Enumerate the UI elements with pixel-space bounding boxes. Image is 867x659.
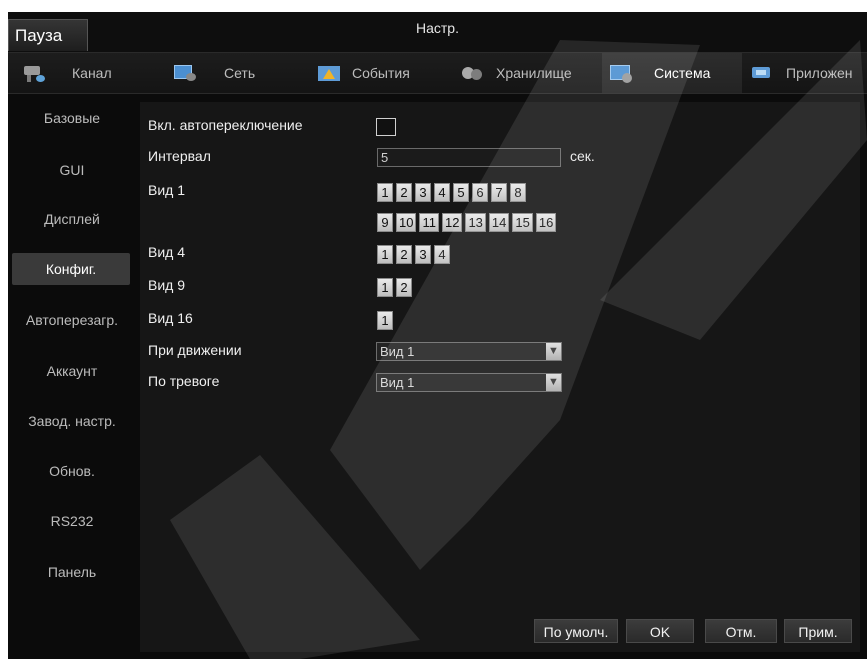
view16-label: Вид 16: [148, 310, 193, 326]
motion-select-value: Вид 1: [380, 344, 415, 359]
view1-button[interactable]: 11: [419, 213, 439, 232]
view1-button[interactable]: 10: [396, 213, 417, 232]
settings-window: Пауза Настр. Канал Сеть События Хранилищ…: [8, 12, 867, 659]
view4-button[interactable]: 3: [415, 245, 431, 264]
view1-button[interactable]: 15: [512, 213, 533, 232]
tab-label: Сеть: [224, 65, 256, 81]
chevron-down-icon[interactable]: ▼: [546, 343, 561, 360]
sidebar-item-config[interactable]: Конфиг.: [12, 253, 130, 285]
motion-label: При движении: [148, 342, 242, 358]
view16-row: 1: [377, 311, 393, 330]
view4-button[interactable]: 2: [396, 245, 412, 264]
view1-button[interactable]: 16: [535, 213, 557, 232]
view1-button[interactable]: 9: [377, 213, 393, 232]
apps-icon: [750, 63, 774, 83]
storage-icon: [460, 63, 484, 83]
apply-button[interactable]: Прим.: [784, 619, 852, 643]
view1-button[interactable]: 1: [377, 183, 393, 202]
auto-switch-label: Вкл. автопереключение: [148, 117, 303, 133]
screen: Пауза Настр. Канал Сеть События Хранилищ…: [0, 0, 867, 659]
view1-button[interactable]: 13: [465, 213, 486, 232]
view1-button[interactable]: 12: [441, 213, 463, 232]
alarm-select-value: Вид 1: [380, 375, 415, 390]
view9-button[interactable]: 2: [396, 278, 412, 297]
alarm-label: По тревоге: [148, 373, 220, 389]
title-bar: Пауза Настр.: [8, 12, 867, 52]
view1-button[interactable]: 2: [396, 183, 412, 202]
view4-label: Вид 4: [148, 244, 186, 260]
chevron-down-icon[interactable]: ▼: [546, 374, 561, 391]
view1-button[interactable]: 3: [415, 183, 431, 202]
alarm-select[interactable]: Вид 1 ▼: [376, 373, 562, 392]
tab-apps[interactable]: Приложен: [750, 53, 867, 93]
tab-network[interactable]: Сеть: [174, 53, 299, 93]
view9-label: Вид 9: [148, 277, 186, 293]
sidebar-item-display[interactable]: Дисплей: [8, 203, 136, 235]
network-icon: [174, 63, 198, 83]
sidebar-item-auto-reboot[interactable]: Автоперезагр.: [8, 304, 136, 336]
sidebar-item-rs232[interactable]: RS232: [8, 505, 136, 537]
main-tabs: Канал Сеть События Хранилище Система При…: [8, 52, 867, 94]
sidebar-item-gui[interactable]: GUI: [8, 154, 136, 186]
sidebar-item-panel[interactable]: Панель: [8, 556, 136, 588]
tab-label: Система: [654, 65, 711, 81]
auto-switch-checkbox[interactable]: [376, 118, 396, 136]
view1-button[interactable]: 5: [453, 183, 469, 202]
view4-button[interactable]: 4: [434, 245, 450, 264]
view1-button[interactable]: 8: [510, 183, 526, 202]
tab-system[interactable]: Система: [602, 53, 742, 93]
view1-button[interactable]: 14: [488, 213, 510, 232]
view1-button[interactable]: 4: [434, 183, 450, 202]
motion-select[interactable]: Вид 1 ▼: [376, 342, 562, 361]
sidebar-item-update[interactable]: Обнов.: [8, 455, 136, 487]
sidebar: Базовые GUI Дисплей Конфиг. Автоперезагр…: [8, 94, 136, 659]
view1-button[interactable]: 7: [491, 183, 507, 202]
tab-channel[interactable]: Канал: [22, 53, 147, 93]
interval-unit: сек.: [570, 148, 595, 164]
tab-storage[interactable]: Хранилище: [460, 53, 590, 93]
view4-button[interactable]: 1: [377, 245, 393, 264]
sidebar-item-account[interactable]: Аккаунт: [8, 355, 136, 387]
alarm-icon: [318, 63, 342, 83]
view1-button[interactable]: 6: [472, 183, 488, 202]
view1-row1: 1 2 3 4 5 6 7 8: [377, 183, 526, 202]
tab-label: Приложен: [786, 65, 853, 81]
view1-label: Вид 1: [148, 182, 186, 198]
tab-events[interactable]: События: [318, 53, 453, 93]
tab-label: Канал: [72, 65, 112, 81]
cancel-button[interactable]: Отм.: [705, 619, 777, 643]
default-button[interactable]: По умолч.: [534, 619, 618, 643]
tab-label: Хранилище: [496, 65, 572, 81]
view9-button[interactable]: 1: [377, 278, 393, 297]
interval-input[interactable]: 5: [377, 148, 561, 167]
window-title: Настр.: [416, 20, 459, 36]
view4-row: 1 2 3 4: [377, 245, 450, 264]
interval-label: Интервал: [148, 148, 211, 164]
camera-icon: [22, 63, 46, 83]
view16-button[interactable]: 1: [377, 311, 393, 330]
tab-label: События: [352, 65, 410, 81]
view9-row: 1 2: [377, 278, 412, 297]
view1-row2: 9 10 11 12 13 14 15 16: [377, 213, 557, 232]
system-icon: [610, 63, 634, 83]
ok-button[interactable]: OK: [626, 619, 694, 643]
sidebar-item-factory-reset[interactable]: Завод. настр.: [8, 405, 136, 437]
sidebar-item-basic[interactable]: Базовые: [8, 102, 136, 134]
